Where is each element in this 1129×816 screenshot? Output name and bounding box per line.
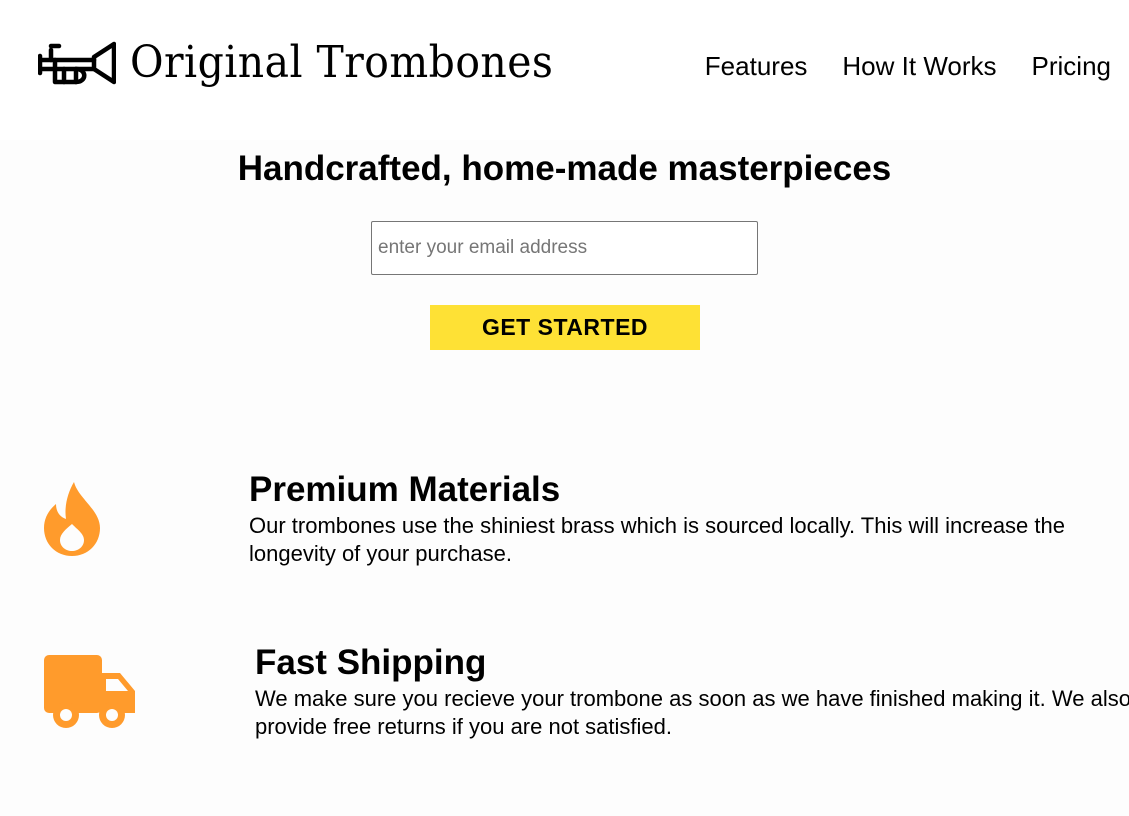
main-nav: Features How It Works Pricing xyxy=(705,48,1111,84)
nav-link-features[interactable]: Features xyxy=(705,48,808,84)
feature-title: Premium Materials xyxy=(249,470,561,509)
brand-logo[interactable]: Original Trombones xyxy=(38,38,585,88)
feature-title: Fast Shipping xyxy=(255,643,487,682)
email-input[interactable] xyxy=(371,221,758,275)
fire-icon xyxy=(44,482,100,556)
trombone-logo-icon xyxy=(38,41,116,85)
nav-link-pricing[interactable]: Pricing xyxy=(1032,48,1111,84)
site-header: Original Trombones Features How It Works… xyxy=(0,0,1129,140)
feature-description: Our trombones use the shiniest brass whi… xyxy=(249,513,1065,566)
nav-link-how-it-works[interactable]: How It Works xyxy=(842,48,996,84)
brand-name: Original Trombones xyxy=(130,37,554,88)
get-started-button[interactable]: GET STARTED xyxy=(430,305,700,350)
truck-icon xyxy=(44,655,135,728)
hero-title: Handcrafted, home-made masterpieces xyxy=(237,149,892,188)
feature-description: We make sure you recieve your trombone a… xyxy=(255,686,1129,739)
